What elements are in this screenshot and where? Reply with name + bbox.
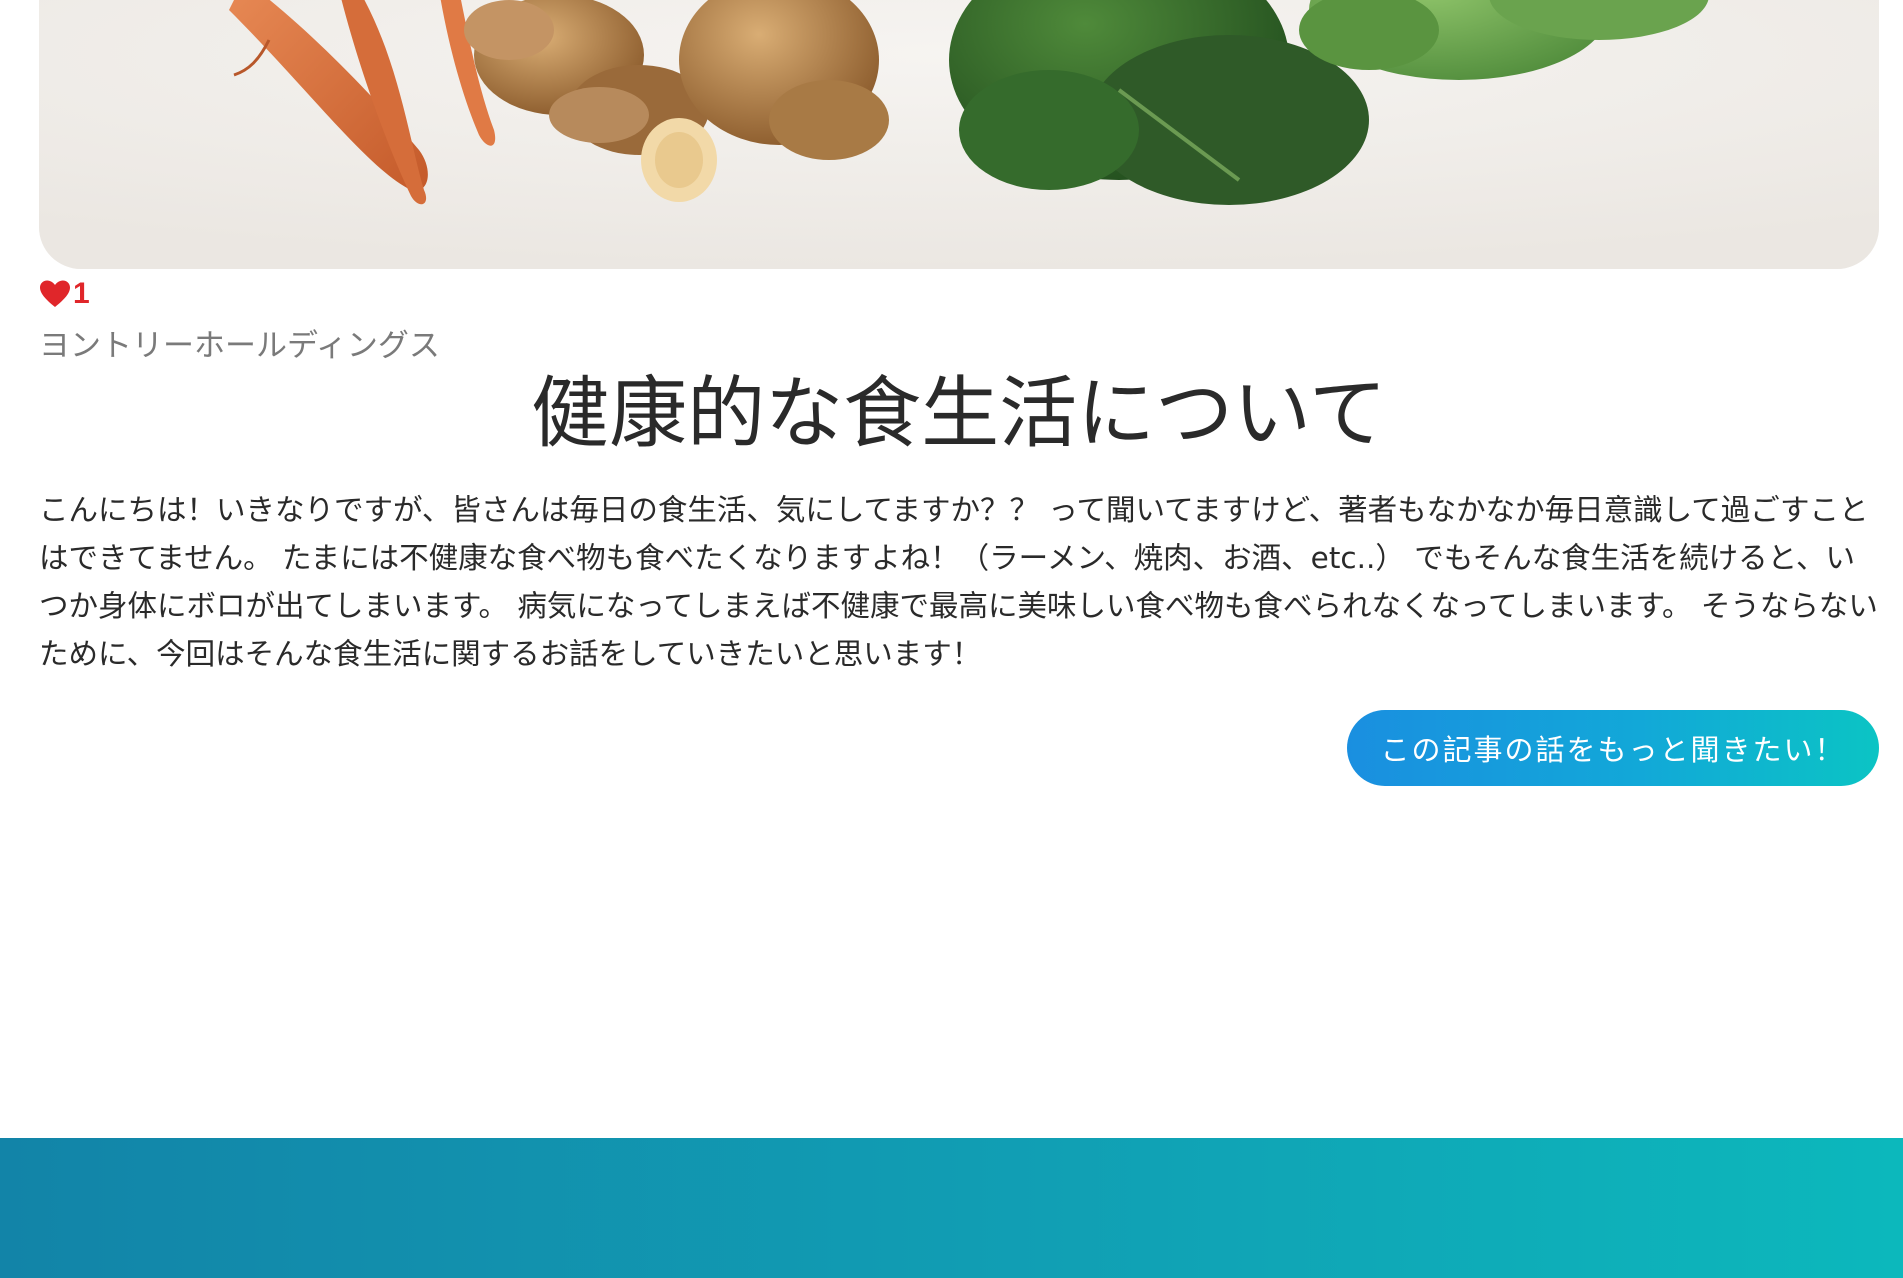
article-body: こんにちは！いきなりですが、皆さんは毎日の食生活、気にしてますか？？ って聞いて…	[39, 493, 1878, 671]
article-title: 健康的な食生活について	[531, 369, 1387, 459]
like-counter[interactable]: 1	[39, 278, 90, 310]
article-hero-image	[39, 0, 1879, 269]
footer-band	[0, 1138, 1903, 1278]
like-count: 1	[73, 277, 90, 310]
article-author: ヨントリーホールディングス	[39, 328, 440, 364]
vegetables-and-nuts-photo	[39, 0, 1879, 269]
more-info-button[interactable]: この記事の話をもっと聞きたい！	[1347, 710, 1879, 786]
heart-icon[interactable]	[39, 279, 71, 309]
article-page: 1 ヨントリーホールディングス 健康的な食生活について こんにちは！いきなりです…	[0, 0, 1903, 1278]
